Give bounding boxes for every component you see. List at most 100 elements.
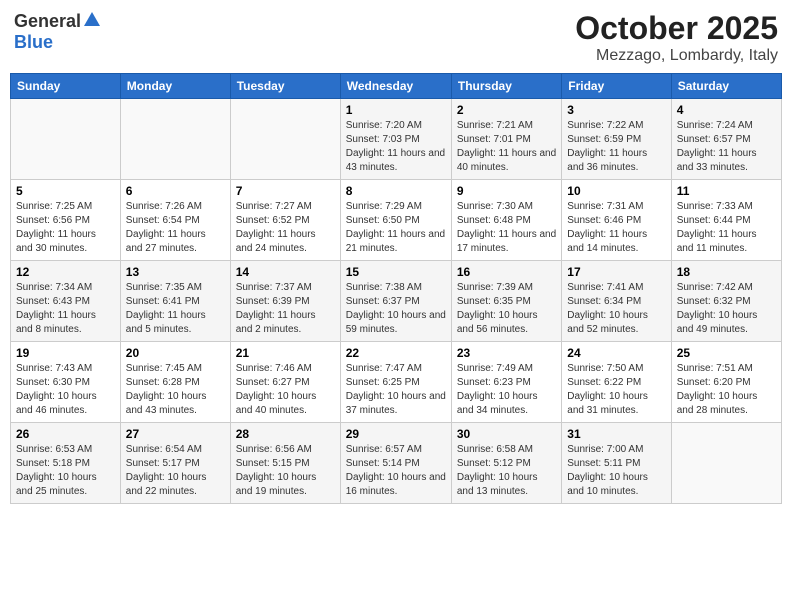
week-row-3: 12 Sunrise: 7:34 AM Sunset: 6:43 PM Dayli… <box>11 261 782 342</box>
day-info: Sunrise: 7:25 AM Sunset: 6:56 PM Dayligh… <box>16 200 115 256</box>
calendar-cell: 27 Sunrise: 6:54 AM Sunset: 5:17 PM Dayli… <box>120 423 230 504</box>
calendar-cell: 11 Sunrise: 7:33 AM Sunset: 6:44 PM Dayli… <box>671 180 781 261</box>
day-info: Sunrise: 7:41 AM Sunset: 6:34 PM Dayligh… <box>567 281 665 337</box>
day-info: Sunrise: 7:20 AM Sunset: 7:03 PM Dayligh… <box>346 119 446 175</box>
calendar-cell: 7 Sunrise: 7:27 AM Sunset: 6:52 PM Daylig… <box>230 180 340 261</box>
calendar-cell: 13Sunrise: 7:35 AM Sunset: 6:41 PM Dayli… <box>120 261 230 342</box>
calendar-cell: 8 Sunrise: 7:29 AM Sunset: 6:50 PM Daylig… <box>340 180 451 261</box>
calendar-cell: 19 Sunrise: 7:43 AM Sunset: 6:30 PM Dayli… <box>11 342 121 423</box>
day-info: Sunrise: 6:56 AM Sunset: 5:15 PM Dayligh… <box>236 443 335 499</box>
calendar-cell: 12 Sunrise: 7:34 AM Sunset: 6:43 PM Dayli… <box>11 261 121 342</box>
calendar-cell: 2 Sunrise: 7:21 AM Sunset: 7:01 PM Daylig… <box>451 99 561 180</box>
day-number: 31 <box>567 427 665 441</box>
calendar-cell: 25 Sunrise: 7:51 AM Sunset: 6:20 PM Dayli… <box>671 342 781 423</box>
day-number: 30 <box>457 427 556 441</box>
day-info: Sunrise: 7:00 AM Sunset: 5:11 PM Dayligh… <box>567 443 665 499</box>
calendar-cell: 20 Sunrise: 7:45 AM Sunset: 6:28 PM Dayli… <box>120 342 230 423</box>
day-number: 28 <box>236 427 335 441</box>
day-number: 19 <box>16 346 115 360</box>
day-number: 5 <box>16 184 115 198</box>
weekday-header-row: SundayMondayTuesdayWednesdayThursdayFrid… <box>11 74 782 99</box>
day-number: 27 <box>126 427 225 441</box>
day-number: 11 <box>677 184 776 198</box>
weekday-header-thursday: Thursday <box>451 74 561 99</box>
calendar-cell: 1Sunrise: 7:20 AM Sunset: 7:03 PM Daylig… <box>340 99 451 180</box>
calendar-cell: 15 Sunrise: 7:38 AM Sunset: 6:37 PM Dayli… <box>340 261 451 342</box>
day-info: Sunrise: 7:31 AM Sunset: 6:46 PM Dayligh… <box>567 200 665 256</box>
calendar-table: SundayMondayTuesdayWednesdayThursdayFrid… <box>10 73 782 504</box>
day-number: 9 <box>457 184 556 198</box>
calendar-cell: 21Sunrise: 7:46 AM Sunset: 6:27 PM Dayli… <box>230 342 340 423</box>
day-info: Sunrise: 7:45 AM Sunset: 6:28 PM Dayligh… <box>126 362 225 418</box>
day-info: Sunrise: 7:38 AM Sunset: 6:37 PM Dayligh… <box>346 281 446 337</box>
day-info: Sunrise: 7:50 AM Sunset: 6:22 PM Dayligh… <box>567 362 665 418</box>
week-row-5: 26Sunrise: 6:53 AM Sunset: 5:18 PM Dayli… <box>11 423 782 504</box>
day-info: Sunrise: 7:26 AM Sunset: 6:54 PM Dayligh… <box>126 200 225 256</box>
day-number: 18 <box>677 265 776 279</box>
day-number: 8 <box>346 184 446 198</box>
day-number: 6 <box>126 184 225 198</box>
calendar-cell: 22 Sunrise: 7:47 AM Sunset: 6:25 PM Dayli… <box>340 342 451 423</box>
logo: General Blue <box>14 10 101 53</box>
day-info: Sunrise: 7:43 AM Sunset: 6:30 PM Dayligh… <box>16 362 115 418</box>
calendar-cell: 6 Sunrise: 7:26 AM Sunset: 6:54 PM Daylig… <box>120 180 230 261</box>
day-info: Sunrise: 7:34 AM Sunset: 6:43 PM Dayligh… <box>16 281 115 337</box>
week-row-1: 1Sunrise: 7:20 AM Sunset: 7:03 PM Daylig… <box>11 99 782 180</box>
calendar-cell: 31 Sunrise: 7:00 AM Sunset: 5:11 PM Dayli… <box>562 423 671 504</box>
day-number: 26 <box>16 427 115 441</box>
day-number: 22 <box>346 346 446 360</box>
day-info: Sunrise: 7:46 AM Sunset: 6:27 PM Dayligh… <box>236 362 335 418</box>
day-number: 24 <box>567 346 665 360</box>
title-block: October 2025 Mezzago, Lombardy, Italy <box>575 10 778 65</box>
month-title: October 2025 <box>575 10 778 47</box>
day-info: Sunrise: 7:24 AM Sunset: 6:57 PM Dayligh… <box>677 119 776 175</box>
day-info: Sunrise: 7:49 AM Sunset: 6:23 PM Dayligh… <box>457 362 556 418</box>
day-number: 7 <box>236 184 335 198</box>
calendar-cell: 3Sunrise: 7:22 AM Sunset: 6:59 PM Daylig… <box>562 99 671 180</box>
day-number: 4 <box>677 103 776 117</box>
calendar-cell: 29Sunrise: 6:57 AM Sunset: 5:14 PM Dayli… <box>340 423 451 504</box>
day-number: 29 <box>346 427 446 441</box>
day-info: Sunrise: 7:42 AM Sunset: 6:32 PM Dayligh… <box>677 281 776 337</box>
day-number: 17 <box>567 265 665 279</box>
calendar-cell: 23Sunrise: 7:49 AM Sunset: 6:23 PM Dayli… <box>451 342 561 423</box>
weekday-header-monday: Monday <box>120 74 230 99</box>
day-number: 12 <box>16 265 115 279</box>
day-number: 14 <box>236 265 335 279</box>
day-info: Sunrise: 7:29 AM Sunset: 6:50 PM Dayligh… <box>346 200 446 256</box>
calendar-cell <box>230 99 340 180</box>
week-row-4: 19 Sunrise: 7:43 AM Sunset: 6:30 PM Dayli… <box>11 342 782 423</box>
day-info: Sunrise: 6:54 AM Sunset: 5:17 PM Dayligh… <box>126 443 225 499</box>
calendar-cell: 17 Sunrise: 7:41 AM Sunset: 6:34 PM Dayli… <box>562 261 671 342</box>
day-info: Sunrise: 7:21 AM Sunset: 7:01 PM Dayligh… <box>457 119 556 175</box>
day-info: Sunrise: 7:35 AM Sunset: 6:41 PM Dayligh… <box>126 281 225 337</box>
day-info: Sunrise: 7:47 AM Sunset: 6:25 PM Dayligh… <box>346 362 446 418</box>
calendar-cell: 28 Sunrise: 6:56 AM Sunset: 5:15 PM Dayli… <box>230 423 340 504</box>
day-number: 25 <box>677 346 776 360</box>
day-number: 15 <box>346 265 446 279</box>
calendar-cell <box>671 423 781 504</box>
calendar-cell: 16 Sunrise: 7:39 AM Sunset: 6:35 PM Dayli… <box>451 261 561 342</box>
calendar-cell: 4 Sunrise: 7:24 AM Sunset: 6:57 PM Daylig… <box>671 99 781 180</box>
calendar-cell: 18 Sunrise: 7:42 AM Sunset: 6:32 PM Dayli… <box>671 261 781 342</box>
day-info: Sunrise: 7:39 AM Sunset: 6:35 PM Dayligh… <box>457 281 556 337</box>
weekday-header-friday: Friday <box>562 74 671 99</box>
weekday-header-saturday: Saturday <box>671 74 781 99</box>
calendar-cell: 9 Sunrise: 7:30 AM Sunset: 6:48 PM Daylig… <box>451 180 561 261</box>
day-info: Sunrise: 7:51 AM Sunset: 6:20 PM Dayligh… <box>677 362 776 418</box>
calendar-cell: 30Sunrise: 6:58 AM Sunset: 5:12 PM Dayli… <box>451 423 561 504</box>
day-info: Sunrise: 7:27 AM Sunset: 6:52 PM Dayligh… <box>236 200 335 256</box>
weekday-header-tuesday: Tuesday <box>230 74 340 99</box>
day-number: 2 <box>457 103 556 117</box>
logo-icon <box>83 10 101 28</box>
day-info: Sunrise: 7:22 AM Sunset: 6:59 PM Dayligh… <box>567 119 665 175</box>
location: Mezzago, Lombardy, Italy <box>575 47 778 65</box>
calendar-cell: 14 Sunrise: 7:37 AM Sunset: 6:39 PM Dayli… <box>230 261 340 342</box>
calendar-cell <box>11 99 121 180</box>
day-info: Sunrise: 7:33 AM Sunset: 6:44 PM Dayligh… <box>677 200 776 256</box>
day-info: Sunrise: 7:30 AM Sunset: 6:48 PM Dayligh… <box>457 200 556 256</box>
day-number: 16 <box>457 265 556 279</box>
day-number: 20 <box>126 346 225 360</box>
calendar-cell: 5 Sunrise: 7:25 AM Sunset: 6:56 PM Daylig… <box>11 180 121 261</box>
day-info: Sunrise: 7:37 AM Sunset: 6:39 PM Dayligh… <box>236 281 335 337</box>
